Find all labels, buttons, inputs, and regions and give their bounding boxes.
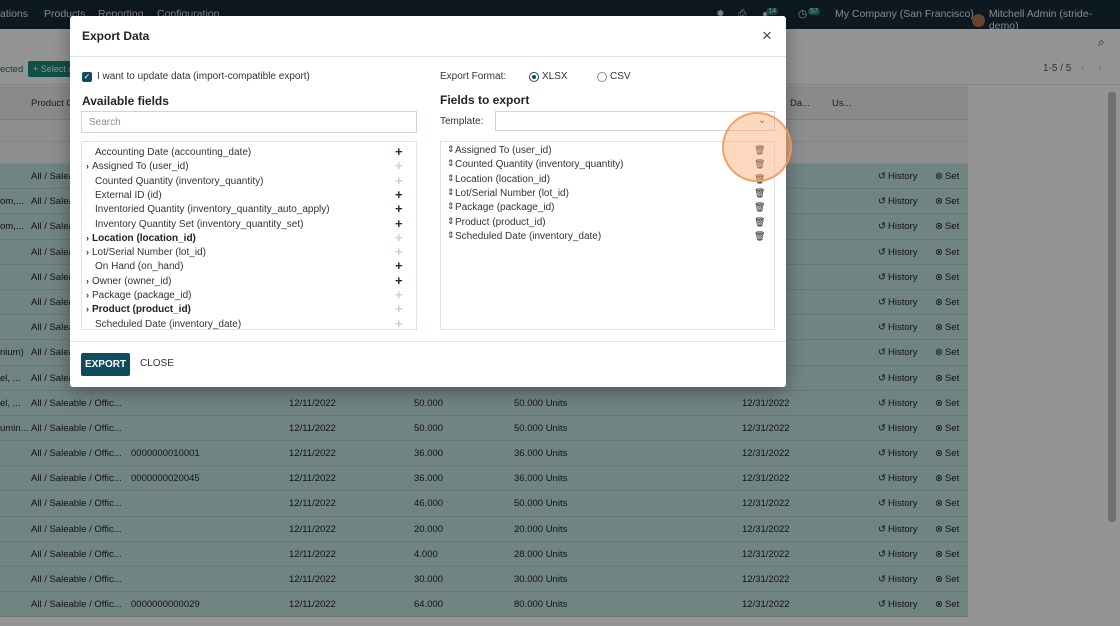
available-field-label: External ID (id) — [95, 189, 162, 201]
dialog-header: Export Data × — [70, 16, 786, 57]
format-xlsx-label: XLSX — [542, 71, 568, 82]
drag-handle-icon[interactable]: ⇕ — [447, 173, 455, 184]
add-field-icon[interactable]: + — [395, 316, 403, 331]
export-field-label: Product (product_id) — [455, 216, 546, 228]
drag-handle-icon[interactable]: ⇕ — [447, 230, 455, 241]
add-field-icon[interactable]: + — [395, 216, 403, 231]
chevron-right-icon[interactable]: › — [86, 233, 89, 243]
export-field-label: Lot/Serial Number (lot_id) — [455, 187, 569, 199]
click-highlight — [722, 112, 792, 182]
available-fields-title: Available fields — [82, 94, 169, 108]
add-field-icon[interactable]: + — [395, 230, 403, 245]
add-field-icon[interactable]: + — [395, 258, 403, 273]
available-field-item[interactable]: › Lot/Serial Number (lot_id) + — [82, 244, 416, 260]
drag-handle-icon[interactable]: ⇕ — [447, 158, 455, 169]
available-field-item[interactable]: › Assigned To (user_id) + — [82, 158, 416, 174]
add-field-icon[interactable]: + — [395, 187, 403, 202]
checkbox-checked-icon[interactable]: ✓ — [82, 71, 92, 82]
export-field-label: Package (package_id) — [455, 202, 555, 214]
format-csv-radio[interactable]: CSV — [597, 71, 631, 82]
export-field-label: Location (location_id) — [455, 173, 551, 185]
trash-icon[interactable]: 🗑 — [754, 231, 765, 242]
available-field-label: Counted Quantity (inventory_quantity) — [95, 175, 264, 187]
fields-to-export-list: ⇕ Assigned To (user_id) 🗑 ⇕ Counted Quantity… — [440, 141, 775, 330]
available-field-label: Inventory Quantity Set (inventory_quanti… — [95, 218, 304, 230]
available-field-item[interactable]: Scheduled Date (inventory_date) + — [82, 316, 416, 332]
import-compat-label: I want to update data (import-compatible… — [97, 71, 310, 82]
radio-selected-icon[interactable] — [529, 71, 539, 82]
export-dialog: Export Data × ✓ I want to update data (i… — [70, 16, 786, 387]
available-field-item[interactable]: Inventory Quantity Set (inventory_quanti… — [82, 216, 416, 232]
radio-unselected-icon[interactable] — [597, 71, 607, 82]
close-button[interactable]: CLOSE — [140, 358, 174, 369]
export-field-label: Assigned To (user_id) — [455, 145, 552, 156]
available-field-label: On Hand (on_hand) — [95, 261, 184, 273]
import-compat-checkbox[interactable]: ✓ I want to update data (import-compatib… — [82, 71, 310, 82]
chevron-right-icon[interactable]: › — [86, 161, 89, 171]
chevron-right-icon[interactable]: › — [86, 290, 89, 300]
dialog-footer: EXPORT CLOSE — [70, 341, 786, 387]
add-field-icon[interactable]: + — [395, 158, 403, 173]
available-field-label: Inventoried Quantity (inventory_quantity… — [95, 204, 330, 216]
add-field-icon[interactable]: + — [395, 144, 403, 159]
chevron-right-icon[interactable]: › — [86, 276, 89, 286]
export-field-label: Counted Quantity (inventory_quantity) — [455, 159, 624, 171]
dialog-title: Export Data — [82, 29, 150, 43]
available-field-label: Assigned To (user_id) — [92, 161, 189, 173]
drag-handle-icon[interactable]: ⇕ — [447, 187, 455, 198]
available-field-label: Location (location_id) — [92, 232, 196, 244]
available-field-label: Owner (owner_id) — [92, 275, 172, 287]
add-field-icon[interactable]: + — [395, 287, 403, 302]
available-field-label: Package (package_id) — [92, 290, 192, 301]
available-field-item[interactable]: Accounting Date (accounting_date) + — [82, 144, 416, 160]
add-field-icon[interactable]: + — [395, 173, 403, 188]
export-field-item[interactable]: ⇕ Package (package_id) 🗑 — [441, 201, 774, 215]
trash-icon[interactable]: 🗑 — [754, 188, 765, 199]
fields-to-export-title: Fields to export — [440, 93, 530, 107]
drag-handle-icon[interactable]: ⇕ — [447, 216, 455, 227]
export-field-item[interactable]: ⇕ Scheduled Date (inventory_date) 🗑 — [441, 230, 774, 244]
add-field-icon[interactable]: + — [395, 201, 403, 216]
export-field-item[interactable]: ⇕ Product (product_id) 🗑 — [441, 216, 774, 230]
export-button[interactable]: EXPORT — [81, 353, 130, 376]
export-field-label: Scheduled Date (inventory_date) — [455, 230, 602, 242]
available-fields-list: Accounting Date (accounting_date) + › Assig… — [81, 141, 417, 332]
chevron-right-icon[interactable]: › — [86, 304, 89, 314]
export-field-item[interactable]: ⇕ Lot/Serial Number (lot_id) 🗑 — [441, 187, 774, 201]
export-field-item[interactable]: ⇕ Location (location_id) 🗑 — [441, 173, 774, 187]
available-field-item[interactable]: › Location (location_id) + — [82, 230, 416, 246]
close-icon[interactable]: × — [762, 27, 772, 44]
available-field-item[interactable]: Counted Quantity (inventory_quantity) + — [82, 173, 416, 189]
trash-icon[interactable]: 🗑 — [754, 202, 765, 213]
search-input[interactable] — [81, 111, 417, 133]
available-field-item[interactable]: External ID (id) + — [82, 187, 416, 203]
available-field-item[interactable]: Inventoried Quantity (inventory_quantity… — [82, 201, 416, 217]
available-field-item[interactable]: › Product (product_id) + — [82, 301, 416, 317]
export-format-label: Export Format: — [440, 71, 507, 82]
available-field-label: Lot/Serial Number (lot_id) — [92, 247, 206, 259]
chevron-right-icon[interactable]: › — [86, 247, 89, 257]
available-field-item[interactable]: › Owner (owner_id) + — [82, 273, 416, 289]
template-label: Template: — [440, 116, 484, 127]
available-field-item[interactable]: On Hand (on_hand) + — [82, 258, 416, 274]
drag-handle-icon[interactable]: ⇕ — [447, 144, 455, 155]
trash-icon[interactable]: 🗑 — [754, 217, 765, 228]
available-field-item[interactable]: › Package (package_id) + — [82, 287, 416, 303]
available-field-label: Product (product_id) — [92, 304, 191, 316]
format-csv-label: CSV — [610, 71, 631, 82]
add-field-icon[interactable]: + — [395, 244, 403, 259]
available-field-label: Accounting Date (accounting_date) — [95, 147, 252, 158]
add-field-icon[interactable]: + — [395, 301, 403, 316]
add-field-icon[interactable]: + — [395, 273, 403, 288]
format-xlsx-radio[interactable]: XLSX — [529, 71, 568, 82]
drag-handle-icon[interactable]: ⇕ — [447, 201, 455, 212]
available-field-label: Scheduled Date (inventory_date) — [95, 318, 242, 330]
